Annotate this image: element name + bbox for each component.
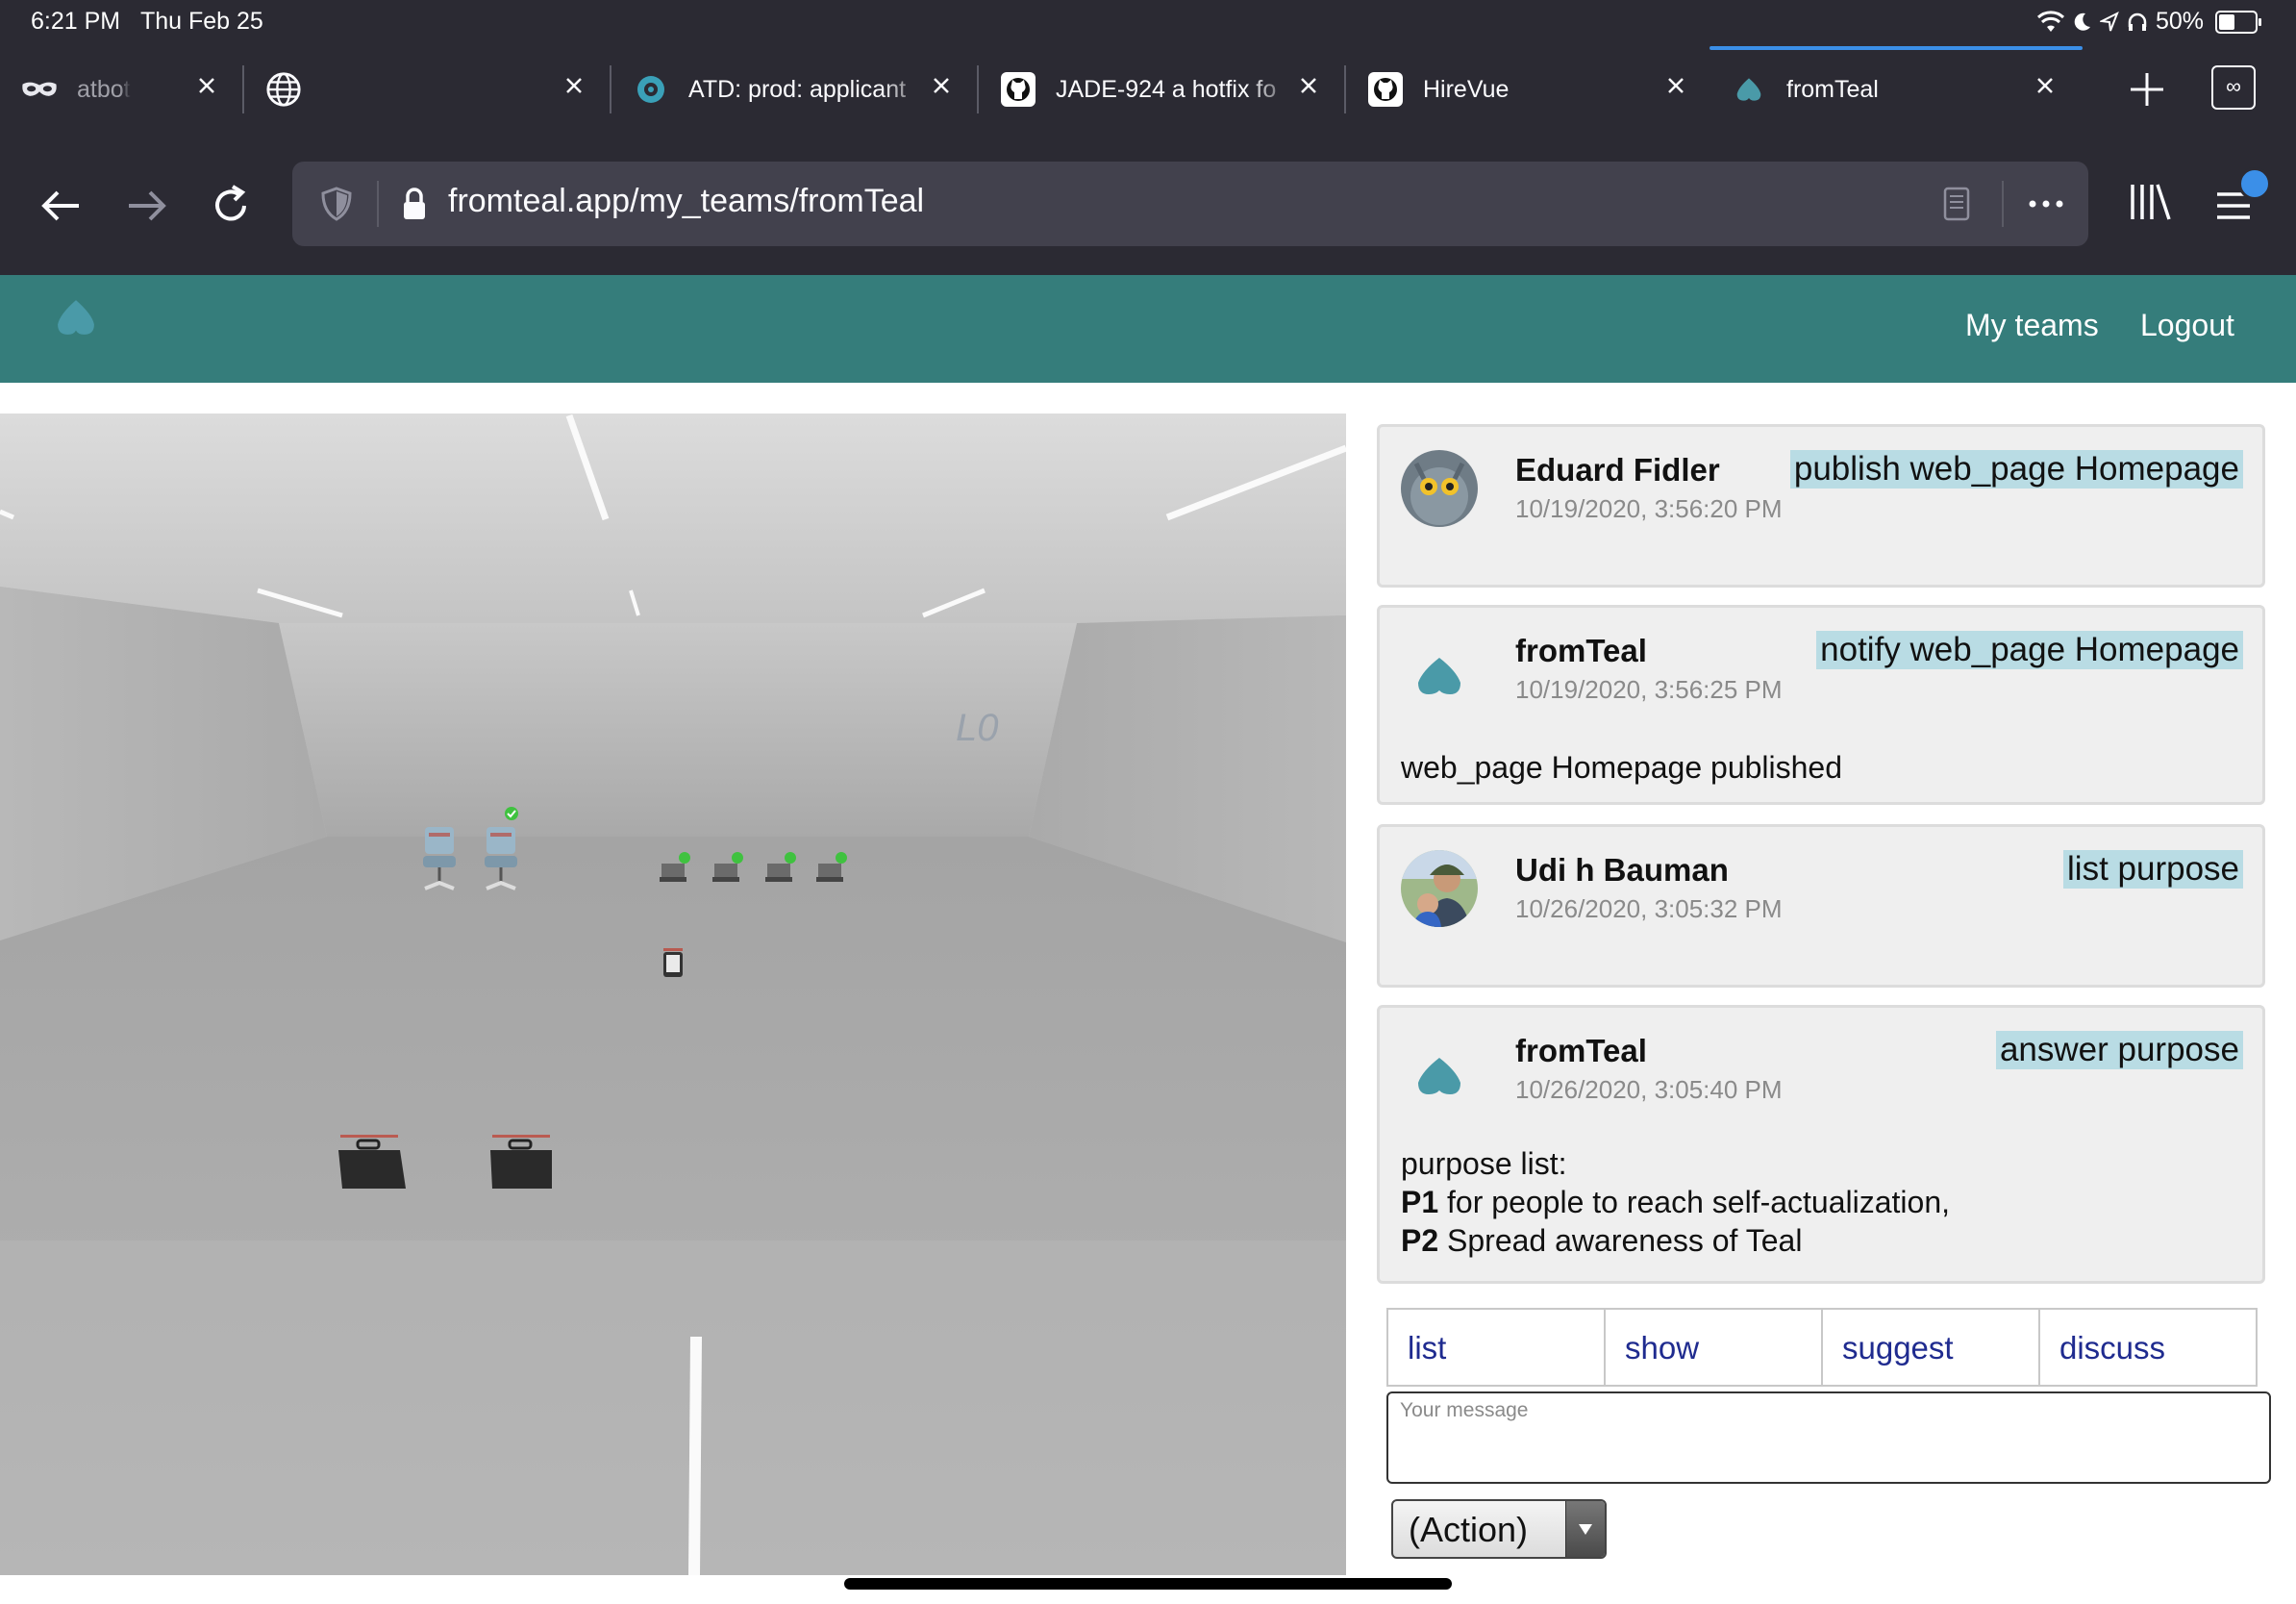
- message-input[interactable]: [1386, 1391, 2271, 1484]
- shield-icon[interactable]: [317, 185, 356, 223]
- action-select[interactable]: (Action): [1391, 1499, 1607, 1559]
- command-buttons: list show suggest discuss: [1386, 1308, 2258, 1387]
- lock-icon: [404, 188, 425, 219]
- reload-icon[interactable]: [204, 179, 258, 233]
- message-author: fromTeal: [1515, 633, 1647, 668]
- message-timestamp: 10/19/2020, 3:56:25 PM: [1515, 675, 1783, 704]
- chevron-down-icon: [1565, 1501, 1605, 1557]
- close-icon[interactable]: [192, 71, 221, 100]
- office-3d-scene[interactable]: L0: [0, 414, 1346, 1575]
- message-author: fromTeal: [1515, 1033, 1647, 1068]
- discuss-command-button[interactable]: discuss: [2038, 1308, 2258, 1387]
- message-card: fromTeal 10/19/2020, 3:56:25 PM notify w…: [1377, 605, 2265, 805]
- purpose-list-intro: purpose list:: [1401, 1146, 1567, 1181]
- url-text[interactable]: fromteal.app/my_teams/fromTeal: [448, 183, 924, 220]
- tab-title: fromTeal: [1786, 75, 1879, 103]
- notification-dot: [2238, 167, 2271, 200]
- github-icon: [1367, 71, 1404, 108]
- wall-label: L0: [956, 707, 999, 749]
- library-icon[interactable]: [2127, 179, 2173, 225]
- tab-strip: atbot.a ATD: prod: applicant JADE-924 a: [0, 44, 2296, 135]
- my-teams-link[interactable]: My teams: [1965, 308, 2099, 343]
- logout-link[interactable]: Logout: [2140, 308, 2234, 343]
- tab-title: ATD: prod: applicant: [688, 75, 907, 103]
- suggest-command-button[interactable]: suggest: [1821, 1308, 2040, 1387]
- avatar: [1401, 450, 1478, 527]
- status-icons: 50%: [2036, 8, 2261, 36]
- message-card: Eduard Fidler 10/19/2020, 3:56:20 PM pub…: [1377, 424, 2265, 588]
- tab-blank[interactable]: [244, 44, 611, 135]
- purpose-item: P2 Spread awareness of Teal: [1401, 1223, 1803, 1258]
- message-body: purpose list: P1 for people to reach sel…: [1401, 1144, 1950, 1260]
- status-time: 6:21 PM Thu Feb 25: [31, 8, 263, 35]
- status-bar: 6:21 PM Thu Feb 25 50%: [0, 0, 2296, 44]
- moon-icon: [2074, 13, 2090, 31]
- message-card: fromTeal 10/26/2020, 3:05:40 PM answer p…: [1377, 1005, 2265, 1284]
- tab-jade[interactable]: JADE-924 a hotfix fo: [979, 44, 1346, 135]
- all-tabs-button[interactable]: ∞: [2211, 65, 2256, 110]
- scene-canvas: L0: [0, 414, 1346, 1575]
- tab-fromteal[interactable]: fromTeal: [1710, 44, 2083, 135]
- tab-title: JADE-924 a hotfix fo: [1056, 75, 1277, 103]
- message-action-tag: notify web_page Homepage: [1816, 631, 2243, 669]
- infinity-icon: ∞: [2226, 74, 2241, 98]
- teal-heart-logo-icon[interactable]: [56, 298, 96, 337]
- home-indicator: [844, 1578, 1452, 1590]
- teal-heart-icon: [1401, 1031, 1478, 1108]
- message-action-tag: answer purpose: [1995, 1031, 2243, 1069]
- mask-icon: [21, 71, 58, 108]
- battery-icon: [2215, 10, 2261, 34]
- globe-icon: [265, 71, 302, 108]
- address-bar[interactable]: fromteal.app/my_teams/fromTeal: [292, 162, 2088, 246]
- message-timestamp: 10/26/2020, 3:05:40 PM: [1515, 1075, 1783, 1104]
- message-action-tag: list purpose: [2063, 850, 2243, 889]
- teal-heart-icon: [1401, 631, 1478, 708]
- close-icon[interactable]: [1661, 71, 1690, 100]
- reader-view-icon[interactable]: [1942, 185, 1971, 223]
- battery-percent: 50%: [2155, 8, 2204, 35]
- tab-title: atbot.a: [77, 75, 131, 103]
- close-icon[interactable]: [560, 71, 588, 100]
- more-icon[interactable]: [2021, 181, 2071, 227]
- close-icon[interactable]: [927, 71, 956, 100]
- action-select-value: (Action): [1409, 1510, 1529, 1549]
- teal-heart-icon: [1731, 71, 1767, 108]
- message-card: Udi h Bauman 10/26/2020, 3:05:32 PM list…: [1377, 824, 2265, 988]
- new-tab-button[interactable]: [2125, 67, 2169, 112]
- tab-atbot[interactable]: atbot.a: [0, 44, 244, 135]
- message-author: Udi h Bauman: [1515, 852, 1729, 888]
- tab-hirevue[interactable]: HireVue: [1346, 44, 1713, 135]
- browser-chrome: 6:21 PM Thu Feb 25 50% atbot.a: [0, 0, 2296, 275]
- list-command-button[interactable]: list: [1386, 1308, 1606, 1387]
- show-command-button[interactable]: show: [1604, 1308, 1823, 1387]
- purpose-item: P1 for people to reach self-actualizatio…: [1401, 1185, 1950, 1219]
- headphones-icon: [2128, 13, 2147, 31]
- back-arrow-icon[interactable]: [35, 179, 88, 233]
- message-timestamp: 10/26/2020, 3:05:32 PM: [1515, 894, 1783, 923]
- location-icon: [2099, 11, 2119, 31]
- message-body: web_page Homepage published: [1401, 750, 1843, 785]
- forward-arrow-icon[interactable]: [119, 179, 173, 233]
- app-header: My teams Logout: [0, 275, 2296, 383]
- message-author: Eduard Fidler: [1515, 452, 1720, 488]
- eye-icon: [633, 71, 669, 108]
- tablet-device[interactable]: [663, 948, 683, 977]
- close-icon[interactable]: [2031, 71, 2059, 100]
- tab-title: HireVue: [1423, 75, 1510, 103]
- avatar: [1401, 850, 1478, 927]
- navigation-toolbar: fromteal.app/my_teams/fromTeal: [0, 135, 2296, 275]
- github-icon: [1000, 71, 1036, 108]
- tab-atd[interactable]: ATD: prod: applicant: [611, 44, 979, 135]
- message-action-tag: publish web_page Homepage: [1789, 450, 2243, 489]
- message-timestamp: 10/19/2020, 3:56:20 PM: [1515, 494, 1783, 523]
- close-icon[interactable]: [1294, 71, 1323, 100]
- wifi-icon: [2036, 10, 2064, 32]
